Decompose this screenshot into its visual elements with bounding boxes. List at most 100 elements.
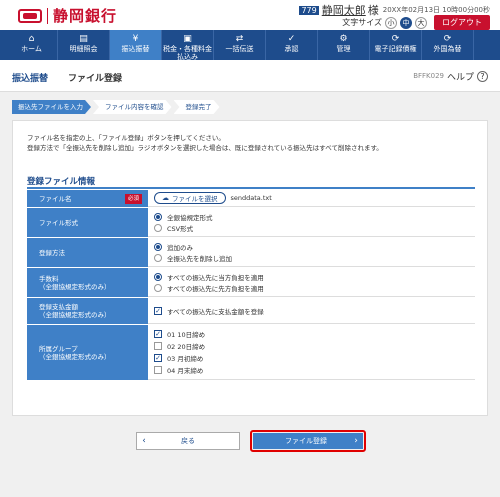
- fee-option[interactable]: すべての振込先に当方負担を適用: [154, 271, 469, 282]
- cloud-upload-icon: ☁: [162, 194, 169, 202]
- checkbox[interactable]: [154, 366, 162, 374]
- register-method-label: 登録方法: [39, 248, 65, 257]
- row-value: 追加のみ 全振込先を削除し追加: [148, 238, 475, 267]
- row-label: ファイル形式: [27, 208, 148, 237]
- instruction-line: ファイル名を指定の上、「ファイル登録」ボタンを押してください。: [27, 134, 225, 142]
- instructions: ファイル名を指定の上、「ファイル登録」ボタンを押してください。 登録方法で「全振…: [27, 133, 383, 153]
- choose-file-label: ファイルを選択: [172, 195, 218, 203]
- user-badge: 779: [299, 5, 319, 15]
- nav-item-home[interactable]: ⌂ ホーム: [6, 30, 58, 60]
- option-label: すべての振込先に先方負担を適用: [167, 284, 264, 293]
- radio-button[interactable]: [154, 242, 162, 251]
- group-option[interactable]: 04 月末締め: [154, 364, 469, 376]
- row-value: ✓ 01 10日締め 02 20日締め ✓ 03 月初締め 04 月末締め: [148, 325, 475, 380]
- screen-id: BFFK029: [413, 72, 444, 80]
- radio-button[interactable]: [154, 272, 162, 281]
- option-label: 02 20日締め: [167, 343, 206, 351]
- logo-divider: [47, 7, 48, 24]
- file-format-option[interactable]: 全銀協規定形式: [154, 211, 469, 222]
- file-register-button[interactable]: ファイル登録 ›: [253, 433, 363, 449]
- group-option[interactable]: ✓ 03 月初締め: [154, 352, 469, 364]
- row-fee: 手数料 （全銀協規定形式のみ） すべての振込先に当方負担を適用 すべての振込先に…: [27, 268, 475, 298]
- text-size-large-button[interactable]: 大: [415, 16, 427, 29]
- instruction-line: 登録方法で「全振込先を削除し追加」ラジオボタンを選択した場合は、既に登録されてい…: [27, 144, 383, 152]
- e-record-icon: ⟳: [391, 34, 400, 44]
- nav-item-label: 管理: [336, 45, 351, 53]
- bank-logo[interactable]: 静岡銀行: [18, 5, 117, 26]
- group-option[interactable]: 02 20日締め: [154, 340, 469, 352]
- chevron-right-icon: ›: [354, 436, 358, 446]
- choose-file-button[interactable]: ☁ ファイルを選択: [154, 192, 226, 204]
- option-label: 全振込先を削除し追加: [167, 254, 232, 263]
- row-payment-amount: 登録支払金額 （全銀協規定形式のみ） ✓ すべての振込先に支払金額を登録: [27, 298, 475, 325]
- nav-item-tax-payment[interactable]: ▣ 税金・各種料金 払込み: [162, 30, 214, 61]
- nav-item-approval[interactable]: ✓ 承認: [266, 30, 318, 60]
- text-size-medium-button[interactable]: 中: [400, 16, 412, 29]
- file-format-option[interactable]: CSV形式: [154, 222, 469, 233]
- nav-item-transfer[interactable]: ¥ 振込振替: [110, 30, 162, 60]
- radio-button[interactable]: [154, 223, 162, 232]
- label-stack: 所属グループ （全銀協規定形式のみ）: [39, 345, 111, 361]
- step-input-file: 振込先ファイルを入力: [12, 100, 91, 114]
- help-icon: ?: [477, 71, 488, 82]
- nav-item-label: 承認: [284, 45, 299, 53]
- row-label: 手数料 （全銀協規定形式のみ）: [27, 268, 148, 297]
- checkbox[interactable]: [154, 342, 162, 350]
- option-label: 03 月初締め: [167, 355, 204, 363]
- group-label-note: （全銀協規定形式のみ）: [39, 352, 111, 361]
- radio-button[interactable]: [154, 283, 162, 292]
- option-label: 04 月末締め: [167, 367, 204, 375]
- transfer-icon: ¥: [132, 34, 139, 44]
- logout-button[interactable]: ログアウト: [434, 15, 490, 30]
- radio-button[interactable]: [154, 212, 162, 221]
- forex-icon: ⟳: [443, 34, 452, 44]
- nav-item-bulk-transfer[interactable]: ⇄ 一括伝送: [214, 30, 266, 60]
- group-option[interactable]: ✓ 01 10日締め: [154, 328, 469, 340]
- row-label: 所属グループ （全銀協規定形式のみ）: [27, 325, 148, 380]
- checkbox-checked[interactable]: ✓: [154, 306, 162, 315]
- fee-option[interactable]: すべての振込先に先方負担を適用: [154, 282, 469, 293]
- management-icon: ⚙: [339, 34, 348, 44]
- main-content: 振込先ファイルを入力 ファイル内容を確認 登録完了 ファイル名を指定の上、「ファ…: [0, 92, 500, 497]
- row-value: すべての振込先に当方負担を適用 すべての振込先に先方負担を適用: [148, 268, 475, 297]
- file-register-label: ファイル登録: [285, 437, 327, 445]
- nav-item-management[interactable]: ⚙ 管理: [318, 30, 370, 60]
- file-name-label: ファイル名: [39, 194, 72, 203]
- label-stack: 登録支払金額 （全銀協規定形式のみ）: [39, 303, 111, 319]
- checkbox-checked[interactable]: ✓: [154, 330, 162, 338]
- row-label: ファイル名 必須: [27, 190, 148, 207]
- row-value: ✓ すべての振込先に支払金額を登録: [148, 298, 475, 324]
- checkbox-checked[interactable]: ✓: [154, 354, 162, 362]
- register-method-option[interactable]: 追加のみ: [154, 241, 469, 252]
- nav-item-label: 明細照会: [69, 45, 98, 53]
- fee-label: 手数料: [39, 274, 59, 283]
- payment-amount-label-note: （全銀協規定形式のみ）: [39, 311, 111, 319]
- section-divider: [27, 187, 475, 189]
- nav-item-statements[interactable]: ▤ 明細照会: [58, 30, 110, 60]
- tax-payment-icon: ▣: [183, 34, 192, 44]
- nav-item-label: 振込振替: [121, 45, 150, 53]
- selected-file-name: senddata.txt: [230, 194, 272, 202]
- page-title: ファイル登録: [68, 74, 123, 84]
- radio-button[interactable]: [154, 253, 162, 262]
- row-group: 所属グループ （全銀協規定形式のみ） ✓ 01 10日締め 02 20日締め ✓: [27, 325, 475, 381]
- fee-label-note: （全銀協規定形式のみ）: [39, 282, 111, 291]
- top-header: 静岡銀行 779 静岡太郎 様 20XX年02月13日 10時00分00秒 文字…: [0, 0, 500, 30]
- nav-item-forex[interactable]: ⟳ 外国為替: [422, 30, 474, 60]
- home-icon: ⌂: [28, 34, 35, 44]
- text-size-small-button[interactable]: 小: [385, 16, 397, 29]
- chevron-left-icon: ‹: [142, 436, 146, 446]
- register-method-option[interactable]: 全振込先を削除し追加: [154, 252, 469, 263]
- bank-logo-icon: [18, 8, 42, 23]
- option-label: 01 10日締め: [167, 331, 206, 339]
- bulk-transfer-icon: ⇄: [235, 34, 244, 44]
- nav-item-e-record[interactable]: ⟳ 電子記録債権: [370, 30, 422, 60]
- text-size-controls: 文字サイズ 小 中 大 ログアウト: [342, 15, 490, 30]
- help-link[interactable]: ヘルプ ?: [447, 70, 488, 83]
- back-button[interactable]: ‹ 戻る: [136, 432, 240, 450]
- registration-form: ファイル名 必須 ☁ ファイルを選択 senddata.txt ファイル形式 全…: [27, 190, 475, 381]
- page-header: 振込振替 ファイル登録 BFFK029 ヘルプ ?: [0, 60, 500, 92]
- payment-amount-option[interactable]: ✓ すべての振込先に支払金額を登録: [154, 305, 469, 317]
- option-label: 追加のみ: [167, 243, 193, 252]
- nav-item-label: ホーム: [21, 45, 42, 53]
